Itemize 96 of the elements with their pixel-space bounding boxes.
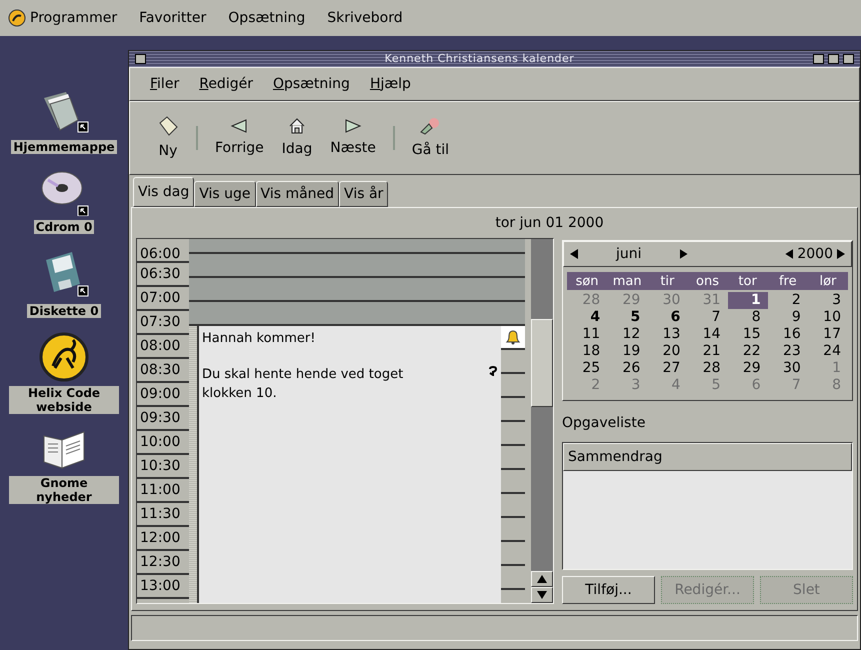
desktop-icon-label[interactable]: Gnome nyheder (9, 476, 119, 504)
calendar-day[interactable]: 2 (768, 292, 808, 309)
slot-cell[interactable] (501, 326, 525, 350)
calendar-day[interactable]: 7 (687, 309, 728, 326)
scroll-up-button[interactable] (531, 571, 553, 587)
event-description: Du skal hente hende ved toget klokken 10. (202, 366, 404, 403)
calendar-day[interactable]: 17 (808, 326, 848, 343)
scroll-down-button[interactable] (531, 587, 553, 603)
date-header: tor jun 01 2000 (494, 214, 605, 232)
panel-menu[interactable]: Opsætning (228, 8, 306, 28)
calendar-day[interactable]: 1 (728, 292, 768, 309)
calendar-day[interactable]: 30 (768, 360, 808, 377)
calendar-day[interactable]: 22 (728, 343, 768, 360)
weekday-label: lør (818, 273, 838, 291)
calendar-day[interactable]: 5 (607, 309, 648, 326)
toolbar-button[interactable]: Gå til (402, 116, 458, 160)
calendar-day[interactable]: 26 (607, 360, 648, 377)
calendar-day[interactable]: 9 (768, 309, 808, 326)
menu-item[interactable]: Redigér (199, 74, 253, 94)
calendar-day[interactable]: 15 (728, 326, 768, 343)
previous-month-button[interactable] (570, 249, 578, 259)
desktop-icon-label[interactable]: Diskette 0 (27, 304, 101, 318)
year-label: 2000 (797, 244, 833, 264)
minimize-button[interactable] (813, 54, 824, 64)
calendar-day[interactable]: 8 (728, 309, 768, 326)
task-list[interactable]: Sammendrag (562, 442, 853, 570)
toolbar-button[interactable]: Forrige (206, 118, 273, 158)
weekday-label: ons (695, 273, 720, 291)
monkey-logo-icon (39, 332, 89, 382)
panel-menu[interactable]: Skrivebord (327, 8, 403, 28)
desktop-icon-label[interactable]: Hjemmemappe (11, 140, 117, 154)
calendar-day[interactable]: 19 (607, 343, 648, 360)
task-button[interactable]: Tilføj... (562, 576, 655, 604)
calendar-day[interactable]: 13 (647, 326, 688, 343)
time-slot[interactable] (189, 278, 525, 302)
time-slot[interactable] (189, 302, 525, 326)
pushpin-icon (419, 116, 442, 136)
view-tab[interactable]: Vis år (339, 181, 388, 207)
panel-menu[interactable]: Programmer (8, 8, 118, 28)
menu-item[interactable]: Opsætning (272, 74, 350, 94)
view-tab[interactable]: Vis måned (256, 181, 340, 207)
window-menu-button[interactable] (135, 54, 146, 64)
calendar-day[interactable]: 18 (567, 343, 608, 360)
calendar-day[interactable]: 24 (808, 343, 848, 360)
left-arrow-icon (230, 118, 248, 134)
calendar-day[interactable]: 29 (728, 360, 768, 377)
toolbar-button[interactable]: Idag (272, 116, 322, 160)
maximize-button[interactable] (828, 54, 839, 64)
weekday-label: fre (778, 273, 798, 291)
column-header[interactable]: Sammendrag (563, 443, 852, 471)
close-button[interactable] (843, 54, 854, 64)
weekday-label: tor (737, 273, 758, 291)
calendar-day[interactable]: 6 (647, 309, 688, 326)
panel-menu[interactable]: Favoritter (139, 8, 206, 28)
drag-handle[interactable] (189, 326, 199, 603)
up-triangle-icon (537, 575, 547, 583)
calendar-day[interactable]: 10 (808, 309, 848, 326)
weekday-label: man (612, 273, 643, 291)
view-tab[interactable]: Vis dag (133, 177, 194, 207)
desktop-icon-label[interactable]: Helix Code webside (9, 386, 119, 414)
next-month-button[interactable] (680, 249, 688, 259)
time-slot[interactable] (189, 254, 525, 278)
scrollbar-thumb[interactable] (531, 319, 553, 407)
calendar-day[interactable]: 21 (687, 343, 728, 360)
toolbar-button[interactable]: Næste (321, 118, 385, 158)
month-label: juni (616, 244, 642, 264)
calendar-day[interactable]: 11 (567, 326, 608, 343)
toolbar-button[interactable]: Ny (148, 114, 188, 162)
house-icon (288, 116, 306, 134)
time-slot[interactable] (189, 239, 525, 254)
previous-year-button[interactable] (785, 249, 794, 259)
view-tab[interactable]: Vis uge (194, 181, 256, 207)
weekday-label: tir (659, 273, 676, 291)
calendar-day[interactable]: 3 (808, 292, 848, 309)
note-icon (157, 114, 179, 136)
calendar-day[interactable]: 23 (768, 343, 808, 360)
task-list-label: Opgaveliste (562, 414, 646, 433)
calendar-day[interactable]: 28 (687, 360, 728, 377)
event-title: Hannah kommer! (202, 330, 316, 348)
window-title: Kenneth Christiansens kalender (384, 50, 576, 67)
weekday-label: søn (574, 273, 600, 291)
calendar-day[interactable]: 20 (647, 343, 688, 360)
calendar-day[interactable]: 27 (647, 360, 688, 377)
calendar-day[interactable]: 14 (687, 326, 728, 343)
event-box[interactable]: Hannah kommer! Du skal hente hende ved toget klokken 10. (199, 326, 501, 603)
calendar-day[interactable]: 25 (567, 360, 608, 377)
menu-item[interactable]: Filer (150, 74, 180, 94)
calendar-day[interactable]: 4 (567, 309, 608, 326)
desktop-icon-label[interactable]: Cdrom 0 (34, 220, 94, 234)
scrollbar[interactable] (531, 239, 553, 603)
next-year-button[interactable] (837, 249, 845, 259)
menu-item[interactable]: Hjælp (370, 74, 411, 94)
calendar-day[interactable]: 12 (607, 326, 648, 343)
calendar-day[interactable]: 16 (768, 326, 808, 343)
down-triangle-icon (537, 591, 547, 599)
right-arrow-icon (344, 118, 362, 134)
